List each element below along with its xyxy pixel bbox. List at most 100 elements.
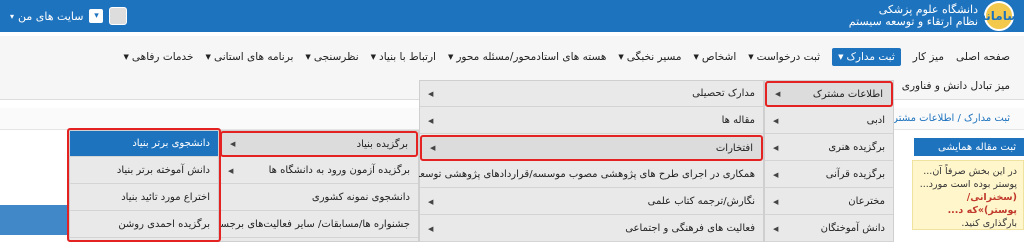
menu-level-3: برگزیده بنیاد ◀ برگزیده آزمون ورود به دان… <box>203 130 419 242</box>
nav-record-request[interactable]: ثبت درخواست ▼ <box>748 51 820 63</box>
caret-left-icon: ◀ <box>775 90 781 98</box>
menu-item-top-student[interactable]: دانشجوی برتر بنیاد <box>70 131 218 157</box>
menu-item-approved-invention[interactable]: اختراع مورد تائید بنیاد <box>70 185 218 211</box>
menu-item-cultural[interactable]: فعالیت های فرهنگی و اجتماعی ◀ <box>420 216 763 242</box>
nav-home[interactable]: صفحه اصلی <box>956 51 1010 63</box>
menu-item-label: برگزیده بنیاد <box>356 138 408 150</box>
caret-left-icon: ◀ <box>428 89 434 98</box>
caret-down-icon: ▼ <box>447 53 454 61</box>
breadcrumb-text[interactable]: ثبت مدارک / اطلاعات مشترک <box>884 113 1010 124</box>
avatar[interactable] <box>109 7 128 25</box>
menu-item-national-student[interactable]: دانشجوی نمونه کشوری <box>220 185 418 211</box>
menu-item-books[interactable]: نگارش/ترجمه کتاب علمی ◀ <box>420 189 763 215</box>
menu-item-research-projects[interactable]: همکاری در اجرای طرح های پژوهشی مصوب موسس… <box>392 162 763 188</box>
user-menu-dropdown-icon[interactable]: ▾ <box>89 9 104 23</box>
nav-desk[interactable]: میز کار <box>913 51 944 63</box>
menu-level-2: مدارک تحصیلی ◀ مقاله ها ◀ افتخارات ◀ همکاری… <box>392 80 764 242</box>
menu-item-label: دانشجوی برتر بنیاد <box>132 138 210 149</box>
nav-persons-label: اشخاص <box>701 51 737 63</box>
nav-elite-path-label: مسیر نخبگی <box>626 51 682 63</box>
menu-item-academic-docs[interactable]: مدارک تحصیلی ◀ <box>420 81 763 107</box>
menu-item-label: دانش آموخته برتر بنیاد <box>116 165 210 176</box>
nav-elite-path[interactable]: مسیر نخبگی ▼ <box>618 51 681 63</box>
menu-item-quran[interactable]: برگزیده قرآنی ◀ <box>765 162 893 188</box>
brand[interactable]: سامانه دانشگاه علوم پزشکی نظام ارتقاء و … <box>724 0 1024 32</box>
menu-item-top-graduate[interactable]: دانش آموخته برتر بنیاد <box>70 158 218 184</box>
menu-item-label: اطلاعات مشترک <box>812 88 883 100</box>
info-line: در این بخش صرفاً آن... <box>923 166 1017 177</box>
menu-item-articles[interactable]: مقاله ها ◀ <box>420 108 763 134</box>
menu-item-foundation-winner[interactable]: برگزیده بنیاد ◀ <box>220 131 418 157</box>
menu-item-label: دانشجوی نمونه کشوری <box>311 192 410 203</box>
menu-item-festivals[interactable]: جشنواره ها/مسابقات/ سایر فعالیت‌های برجس… <box>203 212 418 238</box>
caret-left-icon: ◀ <box>773 116 779 125</box>
menu-item-label: فعالیت های فرهنگی و اجتماعی <box>625 223 755 234</box>
caret-left-icon: ◀ <box>773 143 779 152</box>
info-line: پوستر بوده است مورد... <box>919 179 1017 190</box>
menu-item-label: جشنواره ها/مسابقات/ سایر فعالیت‌های برجس… <box>212 219 410 230</box>
nav-welfare-services-label: خدمات رفاهی <box>131 51 194 63</box>
logo-title-line2: نظام ارتقاء و توسعه سیستم <box>848 15 978 28</box>
nav-persons[interactable]: اشخاص ▼ <box>693 51 736 63</box>
my-sites-button[interactable]: سایت های من ▾ <box>10 10 83 23</box>
menu-item-label: مقاله ها <box>721 115 755 126</box>
nav-record-documents[interactable]: ثبت مدارک ▼ <box>832 48 901 66</box>
caret-left-icon: ◀ <box>230 140 236 148</box>
caret-left-icon: ◀ <box>428 197 434 206</box>
info-line: (سخنرانی/ پوستر)»که د... <box>947 192 1017 216</box>
menu-item-label: مدارک تحصیلی <box>692 88 755 99</box>
menu-item-graduates[interactable]: دانش آموختگان ◀ <box>765 216 893 242</box>
menu-item-shared-info[interactable]: اطلاعات مشترک ◀ <box>765 81 893 107</box>
nav-home-label: صفحه اصلی <box>955 51 1010 63</box>
nav-foundation-contact-label: ارتباط با بنیاد <box>379 51 436 63</box>
logo-text: دانشگاه علوم پزشکی نظام ارتقاء و توسعه س… <box>849 4 978 28</box>
nav-survey[interactable]: نظرسنجی ▼ <box>305 51 358 63</box>
my-sites[interactable]: ▾ سایت های من ▾ <box>10 0 128 32</box>
menu-item-inventors[interactable]: مخترعان ◀ <box>765 189 893 215</box>
info-box: در این بخش صرفاً آن... پوستر بوده است مو… <box>912 160 1024 230</box>
page-title-label: ثبت مقاله همایشی <box>938 141 1016 153</box>
top-bar: سامانه دانشگاه علوم پزشکی نظام ارتقاء و … <box>0 0 1024 32</box>
caret-down-icon: ▼ <box>305 53 311 61</box>
caret-left-icon: ◀ <box>228 166 234 175</box>
menu-item-ahmadi-roshan[interactable]: برگزیده احمدی روشن <box>70 212 218 238</box>
caret-left-icon: ◀ <box>430 144 436 152</box>
background-banner <box>0 205 70 235</box>
nav-core-groups[interactable]: هسته های استادمحور/مسئله محور ▼ <box>448 51 606 63</box>
nav-record-request-label: ثبت درخواست <box>756 51 821 63</box>
caret-down-icon: ▼ <box>748 53 754 61</box>
menu-item-label: دانش آموختگان <box>820 223 885 234</box>
caret-down-icon: ▼ <box>693 53 699 61</box>
menu-item-label: افتخارات <box>715 142 753 154</box>
menu-item-label: ادبی <box>866 115 885 126</box>
nav-provincial-programs[interactable]: برنامه های استانی ▼ <box>206 51 294 63</box>
caret-left-icon: ◀ <box>773 170 779 179</box>
nav-record-documents-label: ثبت مدارک <box>846 51 895 63</box>
menu-level-1: اطلاعات مشترک ◀ ادبی ◀ برگزیده هنری ◀ برگزی… <box>764 80 894 242</box>
nav-knowledge-exchange[interactable]: میز تبادل دانش و فناوری <box>902 80 1010 92</box>
nav-foundation-contact[interactable]: ارتباط با بنیاد ▼ <box>371 51 436 63</box>
caret-left-icon: ◀ <box>428 116 434 125</box>
caret-left-icon: ◀ <box>428 224 434 233</box>
caret-down-icon: ▼ <box>618 53 624 61</box>
nav-core-groups-label: هسته های استادمحور/مسئله محور <box>456 51 607 63</box>
info-line: بارگذاری کنید. <box>961 218 1017 229</box>
my-sites-label: سایت های من <box>18 9 84 23</box>
menu-item-label: نگارش/ترجمه کتاب علمی <box>647 196 755 207</box>
menu-item-literary[interactable]: ادبی ◀ <box>765 108 893 134</box>
logo-badge-icon: سامانه <box>979 1 1019 31</box>
menu-item-honors[interactable]: افتخارات ◀ <box>420 135 763 161</box>
nav-provincial-programs-label: برنامه های استانی <box>213 51 294 63</box>
nav-survey-label: نظرسنجی <box>313 51 359 63</box>
nav-welfare-services[interactable]: خدمات رفاهی ▼ <box>124 51 194 63</box>
menu-item-label: مخترعان <box>848 196 885 207</box>
caret-down-icon: ▼ <box>123 53 129 61</box>
caret-left-icon: ◀ <box>773 224 779 233</box>
menu-item-label: برگزیده هنری <box>828 142 885 153</box>
caret-down-icon: ▼ <box>838 53 844 61</box>
chevron-down-icon: ▾ <box>10 11 15 21</box>
menu-level-4: دانشجوی برتر بنیاد دانش آموخته برتر بنیا… <box>69 130 219 242</box>
menu-item-entrance-exam[interactable]: برگزیده آزمون ورود به دانشگاه ها ◀ <box>220 158 418 184</box>
menu-item-art[interactable]: برگزیده هنری ◀ <box>765 135 893 161</box>
menu-item-label: برگزیده آزمون ورود به دانشگاه ها <box>268 165 410 176</box>
